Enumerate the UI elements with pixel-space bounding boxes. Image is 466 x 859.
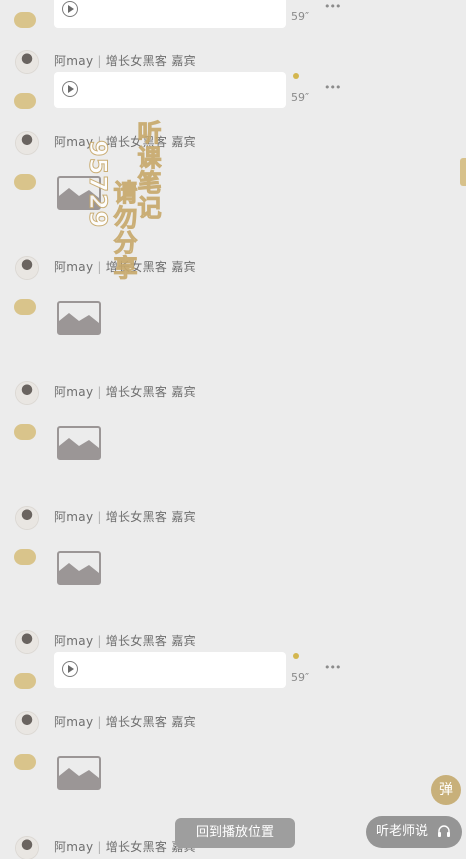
- audio-duration: 59″: [291, 10, 310, 23]
- sender-title: 增长女黑客: [105, 54, 168, 68]
- sender-title: 增长女黑客: [105, 510, 168, 524]
- sender-line: 阿may|增长女黑客 嘉宾: [54, 713, 196, 730]
- sender-separator: |: [97, 54, 102, 68]
- sender-name: 阿may: [54, 715, 94, 729]
- avatar[interactable]: [16, 382, 38, 404]
- sender-role: 嘉宾: [171, 54, 196, 68]
- listen-teacher-button[interactable]: 听老师说: [366, 816, 462, 848]
- audio-duration: 59″: [291, 91, 310, 104]
- avatar[interactable]: [16, 631, 38, 653]
- sender-line: 阿may|增长女黑客 嘉宾: [54, 133, 196, 150]
- sender-line: 阿may|增长女黑客 嘉宾: [54, 508, 196, 525]
- side-drawer-tab[interactable]: [460, 158, 466, 186]
- audio-bubble[interactable]: [54, 652, 286, 688]
- sender-name: 阿may: [54, 54, 94, 68]
- sender-separator: |: [97, 510, 102, 524]
- sender-role: 嘉宾: [171, 135, 196, 149]
- image-placeholder-icon[interactable]: [57, 301, 101, 335]
- sender-line: 阿may|增长女黑客 嘉宾: [54, 52, 196, 69]
- more-icon[interactable]: •••: [324, 661, 341, 674]
- avatar-badge: [14, 673, 36, 689]
- listen-teacher-label: 听老师说: [376, 824, 429, 839]
- audio-bubble[interactable]: [54, 0, 286, 28]
- avatar-badge: [14, 174, 36, 190]
- sender-separator: |: [97, 385, 102, 399]
- sender-name: 阿may: [54, 260, 94, 274]
- headphones-icon: [438, 825, 450, 837]
- avatar[interactable]: [16, 51, 38, 73]
- sender-name: 阿may: [54, 385, 94, 399]
- audio-bubble[interactable]: [54, 72, 286, 108]
- play-icon[interactable]: [62, 81, 78, 97]
- sender-role: 嘉宾: [171, 510, 196, 524]
- sender-title: 增长女黑客: [105, 634, 168, 648]
- avatar-badge: [14, 93, 36, 109]
- avatar[interactable]: [16, 132, 38, 154]
- sender-line: 阿may|增长女黑客 嘉宾: [54, 383, 196, 400]
- play-icon[interactable]: [62, 1, 78, 17]
- avatar[interactable]: [16, 507, 38, 529]
- avatar[interactable]: [16, 712, 38, 734]
- sender-title: 增长女黑客: [105, 840, 168, 854]
- avatar[interactable]: [16, 257, 38, 279]
- sender-line: 阿may|增长女黑客 嘉宾: [54, 258, 196, 275]
- unread-dot: [293, 653, 299, 659]
- more-icon[interactable]: •••: [324, 0, 341, 13]
- avatar[interactable]: [16, 837, 38, 859]
- unread-dot: [293, 73, 299, 79]
- sender-name: 阿may: [54, 135, 94, 149]
- return-to-playback-button[interactable]: 回到播放位置: [175, 818, 295, 848]
- sender-separator: |: [97, 634, 102, 648]
- image-placeholder-icon[interactable]: [57, 756, 101, 790]
- sender-name: 阿may: [54, 510, 94, 524]
- avatar-badge: [14, 299, 36, 315]
- sender-title: 增长女黑客: [105, 135, 168, 149]
- sender-role: 嘉宾: [171, 634, 196, 648]
- image-placeholder-icon[interactable]: [57, 176, 101, 210]
- audio-duration: 59″: [291, 671, 310, 684]
- more-icon[interactable]: •••: [324, 81, 341, 94]
- sender-separator: |: [97, 840, 102, 854]
- sender-title: 增长女黑客: [105, 385, 168, 399]
- avatar-badge: [14, 754, 36, 770]
- sender-role: 嘉宾: [171, 715, 196, 729]
- sender-name: 阿may: [54, 634, 94, 648]
- avatar-badge: [14, 424, 36, 440]
- danmu-button[interactable]: 弹: [431, 775, 461, 805]
- sender-title: 增长女黑客: [105, 260, 168, 274]
- image-placeholder-icon[interactable]: [57, 426, 101, 460]
- sender-name: 阿may: [54, 840, 94, 854]
- message-feed: 59″ ••• 阿may | 增长女黑客 嘉宾 59″ ••• 阿may | 增长女黑客…: [0, 0, 466, 859]
- image-placeholder-icon[interactable]: [57, 551, 101, 585]
- sender-role: 嘉宾: [171, 385, 196, 399]
- avatar-badge: [14, 549, 36, 565]
- sender-separator: |: [97, 260, 102, 274]
- sender-separator: |: [97, 715, 102, 729]
- sender-separator: |: [97, 135, 102, 149]
- avatar-badge: [14, 12, 36, 28]
- sender-line: 阿may|增长女黑客 嘉宾: [54, 632, 196, 649]
- sender-role: 嘉宾: [171, 260, 196, 274]
- play-icon[interactable]: [62, 661, 78, 677]
- sender-title: 增长女黑客: [105, 715, 168, 729]
